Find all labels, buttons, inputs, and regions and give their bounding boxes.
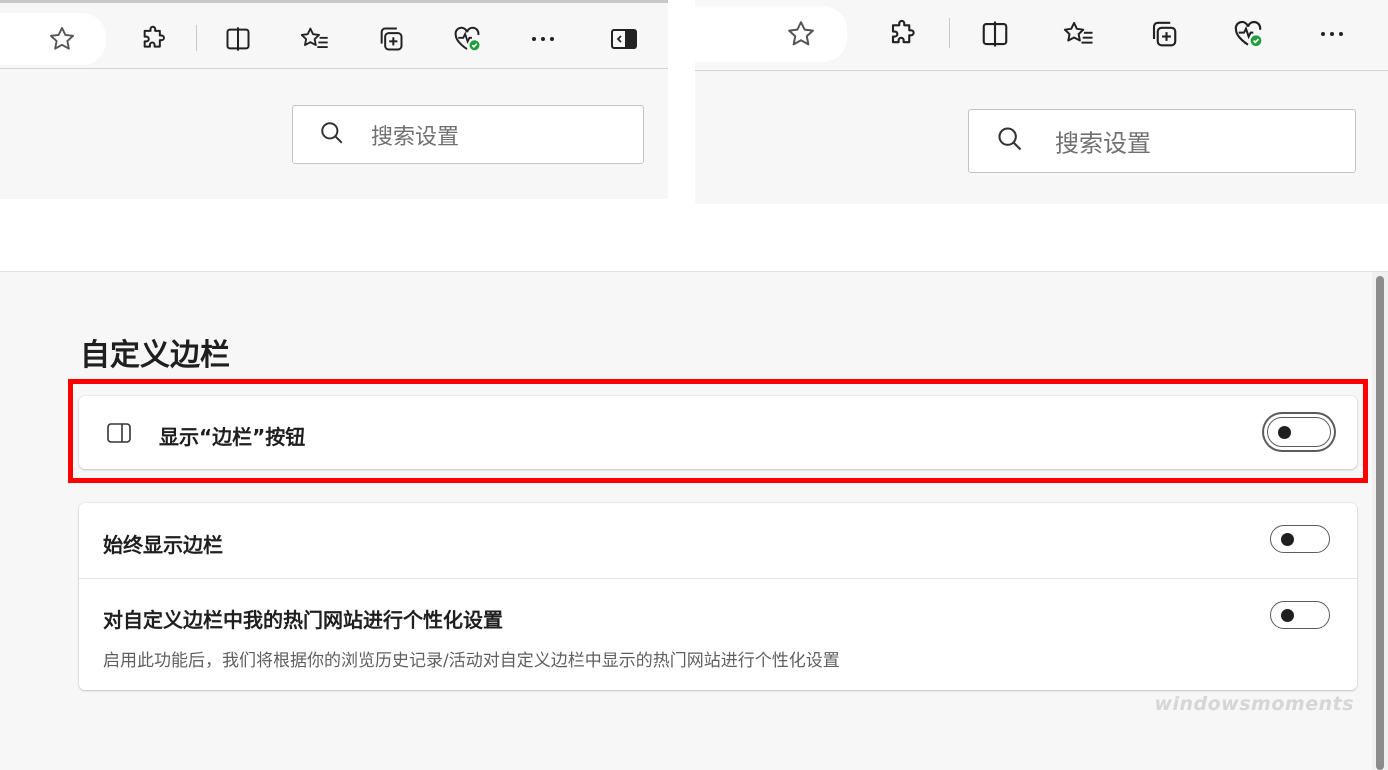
browser-toolbar-after: 搜索设置 bbox=[695, 0, 1388, 204]
extensions-icon[interactable] bbox=[136, 21, 172, 57]
extensions-icon[interactable] bbox=[885, 16, 921, 52]
star-icon[interactable] bbox=[44, 21, 80, 57]
toolbar-divider bbox=[949, 18, 950, 48]
address-bar[interactable] bbox=[695, 6, 847, 62]
search-icon bbox=[319, 120, 345, 150]
toolbar-divider bbox=[196, 25, 197, 51]
browser-toolbar-before: 搜索设置 bbox=[0, 0, 668, 199]
collections-icon[interactable] bbox=[373, 21, 409, 57]
sidebar-options-card: 始终显示边栏 对自定义边栏中我的热门网站进行个性化设置 启用此功能后，我们将根据… bbox=[79, 503, 1357, 690]
always-show-sidebar-label: 始终显示边栏 bbox=[103, 533, 223, 557]
toolbar bbox=[695, 0, 1388, 71]
sidebar-settings-panel: 自定义边栏 显示“边栏”按钮 始终显示边栏 对自定义边栏中我的热门网站进行个性化… bbox=[0, 271, 1388, 770]
sidebar-toggle-icon[interactable] bbox=[606, 21, 642, 57]
settings-search-input[interactable]: 搜索设置 bbox=[292, 105, 644, 164]
more-icon[interactable] bbox=[1314, 16, 1350, 52]
toggle-knob bbox=[1281, 608, 1294, 622]
always-show-sidebar-toggle[interactable] bbox=[1270, 525, 1330, 553]
personalize-top-sites-toggle[interactable] bbox=[1270, 601, 1330, 629]
search-placeholder: 搜索设置 bbox=[1055, 129, 1151, 158]
favorites-icon[interactable] bbox=[297, 21, 333, 57]
split-screen-icon[interactable] bbox=[220, 21, 256, 57]
toggle-knob bbox=[1281, 532, 1294, 546]
section-title: 自定义边栏 bbox=[80, 338, 230, 373]
collections-icon[interactable] bbox=[1146, 16, 1182, 52]
highlight-box bbox=[68, 379, 1368, 483]
search-icon bbox=[996, 125, 1024, 157]
star-icon[interactable] bbox=[783, 16, 819, 52]
more-icon[interactable] bbox=[525, 21, 561, 57]
settings-search-input[interactable]: 搜索设置 bbox=[968, 109, 1356, 173]
split-screen-icon[interactable] bbox=[977, 16, 1013, 52]
browser-essentials-icon[interactable] bbox=[1230, 16, 1266, 52]
browser-essentials-icon[interactable] bbox=[449, 21, 485, 57]
personalize-top-sites-description: 启用此功能后，我们将根据你的浏览历史记录/活动对自定义边栏中显示的热门网站进行个… bbox=[103, 651, 840, 671]
favorites-icon[interactable] bbox=[1061, 16, 1097, 52]
personalize-top-sites-label: 对自定义边栏中我的热门网站进行个性化设置 bbox=[103, 608, 503, 632]
scrollbar[interactable] bbox=[1372, 272, 1388, 770]
watermark: windowsmoments bbox=[1154, 693, 1354, 715]
row-divider bbox=[79, 578, 1357, 579]
search-placeholder: 搜索设置 bbox=[371, 124, 460, 150]
scrollbar-thumb[interactable] bbox=[1376, 276, 1384, 770]
toolbar bbox=[0, 0, 668, 69]
